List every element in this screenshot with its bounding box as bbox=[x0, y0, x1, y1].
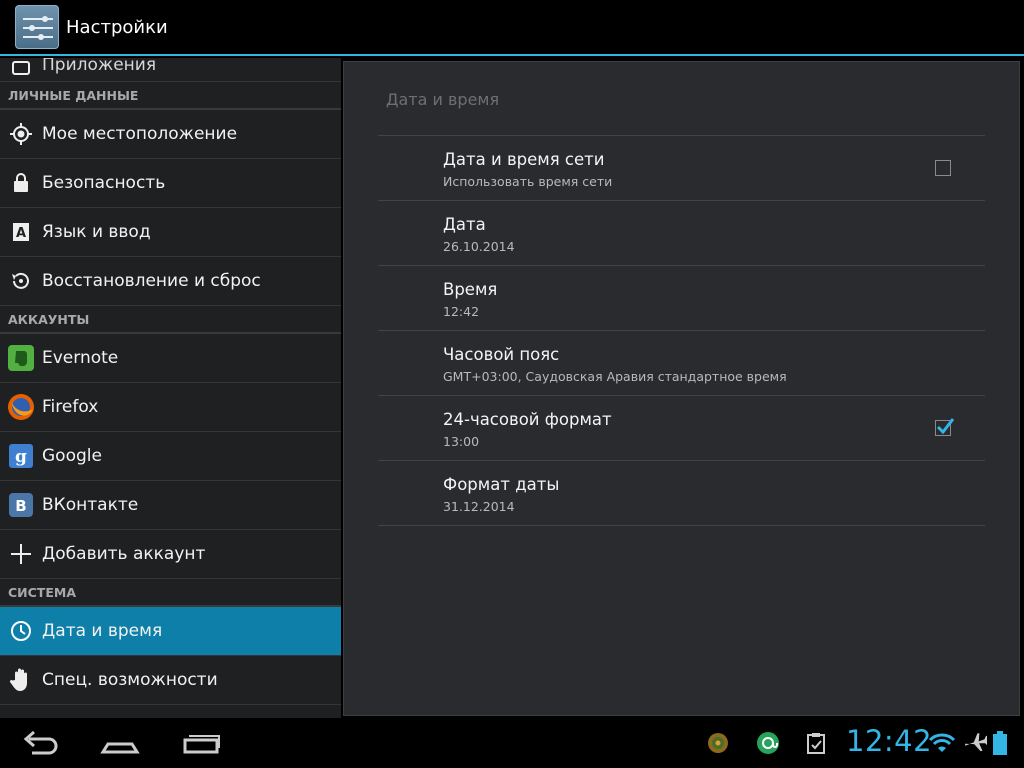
section-header-accounts: АККАУНТЫ bbox=[0, 306, 341, 334]
app-title: Настройки bbox=[66, 16, 168, 38]
preference-list: Дата и время сети Использовать время сет… bbox=[378, 135, 985, 526]
pref-summary: 12:42 bbox=[443, 304, 480, 319]
network-time-checkbox[interactable] bbox=[935, 160, 951, 176]
system-bar: 12:42 bbox=[0, 718, 1024, 768]
evernote-icon bbox=[7, 344, 35, 372]
svg-text:g: g bbox=[15, 447, 27, 467]
lock-icon bbox=[7, 169, 35, 197]
pref-summary: 26.10.2014 bbox=[443, 239, 515, 254]
sidebar-item-location[interactable]: Мое местоположение bbox=[0, 110, 341, 159]
sidebar-item-label: Дата и время bbox=[42, 621, 163, 641]
sidebar-item-date-time[interactable]: Дата и время bbox=[0, 607, 341, 656]
svg-text:В: В bbox=[15, 497, 26, 515]
pref-summary: 31.12.2014 bbox=[443, 499, 515, 514]
google-icon: g bbox=[7, 442, 35, 470]
sidebar-item-label: Мое местоположение bbox=[42, 124, 238, 144]
sidebar-item-language[interactable]: A Язык и ввод bbox=[0, 208, 341, 257]
24-hour-checkbox[interactable] bbox=[935, 418, 955, 436]
sidebar-item-label: Безопасность bbox=[42, 173, 166, 193]
recent-apps-icon[interactable] bbox=[180, 728, 220, 762]
sidebar-item-label: Приложения bbox=[42, 58, 157, 75]
sidebar-item-backup-reset[interactable]: Восстановление и сброс bbox=[0, 257, 341, 306]
gear-flower-icon[interactable] bbox=[705, 718, 731, 768]
sidebar-item-label: Firefox bbox=[42, 397, 99, 417]
sidebar-item-evernote[interactable]: Evernote bbox=[0, 334, 341, 383]
sidebar-item-label: Evernote bbox=[42, 348, 119, 368]
keyboard-language-icon: A bbox=[7, 218, 35, 246]
pref-title: 24-часовой формат bbox=[443, 410, 612, 429]
detail-title: Дата и время bbox=[386, 90, 500, 109]
airplane-icon bbox=[963, 718, 987, 768]
location-icon bbox=[7, 120, 35, 148]
settings-sidebar: Приложения ЛИЧНЫЕ ДАННЫЕ Мое местоположе… bbox=[0, 58, 341, 718]
pref-timezone[interactable]: Часовой пояс GMT+03:00, Саудовская Арави… bbox=[378, 331, 985, 396]
sidebar-item-google[interactable]: g Google bbox=[0, 432, 341, 481]
detail-pane: Дата и время Дата и время сети Использов… bbox=[343, 61, 1020, 716]
action-bar: Настройки bbox=[0, 0, 1024, 56]
status-clock: 12:42 bbox=[846, 724, 933, 758]
pref-title: Формат даты bbox=[443, 475, 560, 494]
plus-icon bbox=[7, 540, 35, 568]
sidebar-item-apps[interactable]: Приложения bbox=[0, 58, 341, 82]
pref-time[interactable]: Время 12:42 bbox=[378, 266, 985, 331]
pref-network-time[interactable]: Дата и время сети Использовать время сет… bbox=[378, 136, 985, 201]
clock-icon bbox=[7, 617, 35, 645]
svg-text:A: A bbox=[16, 226, 26, 241]
sidebar-item-label: ВКонтакте bbox=[42, 495, 139, 515]
section-header-personal: ЛИЧНЫЕ ДАННЫЕ bbox=[0, 82, 341, 110]
vk-icon: В bbox=[7, 491, 35, 519]
pref-summary: 13:00 bbox=[443, 434, 480, 449]
firefox-icon bbox=[7, 393, 35, 421]
back-icon[interactable] bbox=[20, 728, 60, 762]
at-sign-icon[interactable] bbox=[755, 718, 781, 768]
pref-date[interactable]: Дата 26.10.2014 bbox=[378, 201, 985, 266]
sidebar-item-label: Язык и ввод bbox=[42, 222, 151, 242]
pref-title: Дата и время сети bbox=[443, 150, 605, 169]
pref-summary: GMT+03:00, Саудовская Аравия стандартное… bbox=[443, 369, 787, 384]
pref-title: Дата bbox=[443, 215, 486, 234]
battery-icon bbox=[993, 718, 1007, 768]
pref-title: Часовой пояс bbox=[443, 345, 560, 364]
wifi-icon bbox=[928, 718, 956, 768]
clipboard-check-icon[interactable] bbox=[804, 718, 828, 768]
restore-icon bbox=[7, 267, 35, 295]
apps-icon bbox=[7, 61, 35, 75]
pref-summary: Использовать время сети bbox=[443, 174, 613, 189]
sidebar-item-label: Google bbox=[42, 446, 102, 466]
sidebar-item-firefox[interactable]: Firefox bbox=[0, 383, 341, 432]
sidebar-item-label: Добавить аккаунт bbox=[42, 544, 206, 564]
sidebar-item-label: Восстановление и сброс bbox=[42, 271, 261, 291]
sidebar-item-accessibility[interactable]: Спец. возможности bbox=[0, 656, 341, 705]
home-icon[interactable] bbox=[100, 728, 140, 762]
pref-title: Время bbox=[443, 280, 498, 299]
section-header-system: СИСТЕМА bbox=[0, 579, 341, 607]
sidebar-item-label: Спец. возможности bbox=[42, 670, 218, 690]
pref-24-hour[interactable]: 24-часовой формат 13:00 bbox=[378, 396, 985, 461]
sidebar-item-vk[interactable]: В ВКонтакте bbox=[0, 481, 341, 530]
sidebar-item-add-account[interactable]: Добавить аккаунт bbox=[0, 530, 341, 579]
hand-icon bbox=[7, 666, 35, 694]
sidebar-item-security[interactable]: Безопасность bbox=[0, 159, 341, 208]
settings-sliders-icon[interactable] bbox=[15, 5, 59, 49]
pref-date-format[interactable]: Формат даты 31.12.2014 bbox=[378, 461, 985, 526]
